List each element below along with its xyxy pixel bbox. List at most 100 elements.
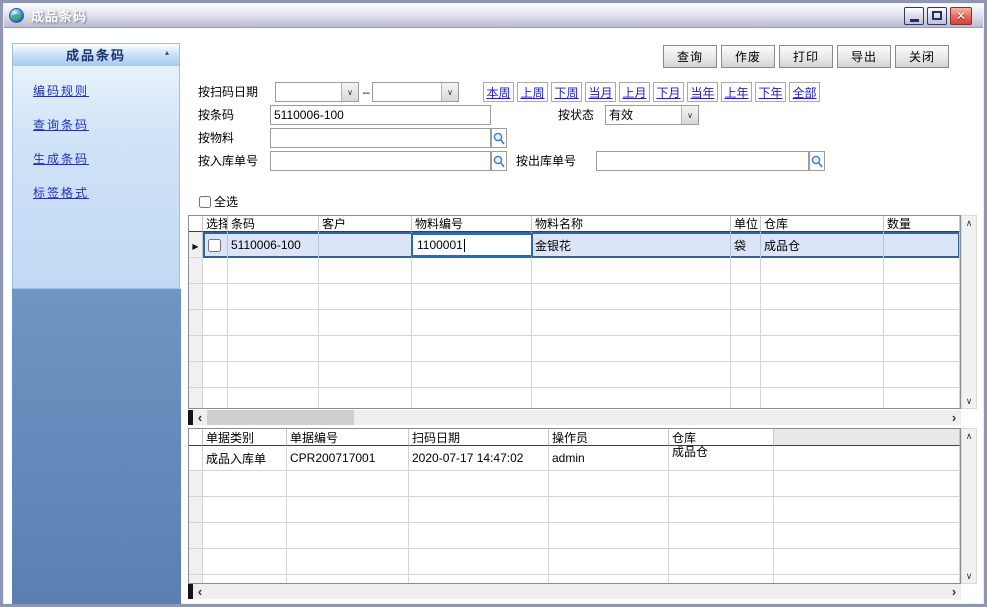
cell-customer	[319, 232, 412, 258]
cell-quantity	[884, 232, 960, 258]
minimize-button[interactable]	[904, 7, 924, 25]
sidebar: 成品条码 编码规则 查询条码 生成条码 标签格式	[12, 43, 180, 289]
window-controls	[904, 7, 978, 25]
empty-row	[189, 284, 960, 310]
barcode-filter-input[interactable]	[270, 105, 491, 125]
material-filter-input[interactable]	[270, 128, 491, 148]
sidebar-item-query-barcode[interactable]: 查询条码	[33, 116, 179, 133]
cell-warehouse: 成品仓	[761, 232, 884, 258]
quick-link-this-month[interactable]: 当月	[585, 82, 616, 102]
inbound-search-button[interactable]	[491, 151, 507, 171]
column-header-doc-no[interactable]: 单据编号	[287, 429, 409, 446]
sidebar-header-label: 成品条码	[66, 45, 126, 64]
chevron-left-icon[interactable]	[193, 411, 207, 425]
document-grid-vscrollbar[interactable]	[961, 428, 977, 584]
document-grid-header: 单据类别 单据编号 扫码日期 操作员 仓库	[189, 429, 960, 446]
chevron-down-icon[interactable]	[962, 394, 976, 408]
barcode-grid-header: 选择 条码 客户 物料编号 物料名称 单位 仓库 数量	[189, 216, 960, 232]
material-search-button[interactable]	[491, 128, 507, 148]
empty-row	[189, 575, 960, 584]
barcode-grid-hscrollbar[interactable]	[188, 410, 961, 425]
quick-link-this-year[interactable]: 当年	[687, 82, 718, 102]
chevron-left-icon[interactable]	[193, 585, 207, 599]
select-all-checkbox[interactable]	[199, 196, 211, 208]
column-header-barcode[interactable]: 条码	[228, 216, 319, 232]
maximize-button[interactable]	[927, 7, 947, 25]
column-header-scan-date[interactable]: 扫码日期	[409, 429, 549, 446]
chevron-down-icon[interactable]	[441, 83, 458, 101]
column-header-operator[interactable]: 操作员	[549, 429, 669, 446]
empty-row	[189, 336, 960, 362]
table-row[interactable]: 成品入库单 CPR200717001 2020-07-17 14:47:02 a…	[189, 446, 960, 471]
column-header-select[interactable]: 选择	[203, 216, 228, 232]
quick-link-last-week[interactable]: 上周	[517, 82, 548, 102]
column-header-quantity[interactable]: 数量	[884, 216, 960, 232]
material-filter-label: 按物料	[198, 128, 234, 148]
column-header-customer[interactable]: 客户	[319, 216, 412, 232]
chevron-up-icon[interactable]	[962, 429, 976, 443]
query-button[interactable]: 查询	[663, 45, 717, 68]
outbound-doc-input[interactable]	[596, 151, 809, 171]
print-button[interactable]: 打印	[779, 45, 833, 68]
scrollbar-thumb[interactable]	[207, 410, 354, 425]
status-combo[interactable]: 有效	[605, 105, 699, 125]
text-cursor	[464, 239, 465, 252]
column-header-material-no[interactable]: 物料编号	[412, 216, 532, 232]
close-button[interactable]: 关闭	[895, 45, 949, 68]
cell-scan-date: 2020-07-17 14:47:02	[409, 446, 549, 471]
column-header-material-name[interactable]: 物料名称	[532, 216, 731, 232]
date-quick-links: 本周 上周 下周 当月 上月 下月 当年 上年 下年 全部	[483, 82, 820, 102]
empty-row	[189, 258, 960, 284]
sidebar-header[interactable]: 成品条码	[13, 44, 179, 66]
date-from-combo[interactable]	[275, 82, 359, 102]
void-button[interactable]: 作废	[721, 45, 775, 68]
chevron-down-icon[interactable]	[681, 106, 698, 124]
sidebar-item-coding-rules[interactable]: 编码规则	[33, 82, 179, 99]
minimize-icon	[910, 19, 919, 22]
date-to-value	[373, 83, 441, 101]
quick-link-this-week[interactable]: 本周	[483, 82, 514, 102]
barcode-grid-vscrollbar[interactable]	[961, 215, 977, 409]
sidebar-item-label-format[interactable]: 标签格式	[33, 184, 179, 201]
inbound-doc-input[interactable]	[270, 151, 491, 171]
magnifier-icon	[811, 155, 823, 168]
export-button[interactable]: 导出	[837, 45, 891, 68]
empty-row	[189, 523, 960, 549]
date-to-combo[interactable]	[372, 82, 459, 102]
column-header-warehouse[interactable]: 仓库	[761, 216, 884, 232]
quick-link-next-week[interactable]: 下周	[551, 82, 582, 102]
outbound-doc-label: 按出库单号	[516, 151, 576, 171]
chevron-down-icon[interactable]	[341, 83, 358, 101]
material-no-edit-value: 1100001	[417, 238, 463, 252]
column-header-unit[interactable]: 单位	[731, 216, 761, 232]
column-header-warehouse[interactable]: 仓库	[669, 429, 774, 446]
collapse-arrow-icon[interactable]	[165, 48, 171, 57]
row-checkbox[interactable]	[208, 239, 221, 252]
outbound-search-button[interactable]	[809, 151, 825, 171]
document-grid-hscrollbar[interactable]	[188, 584, 961, 599]
chevron-up-icon[interactable]	[962, 216, 976, 230]
quick-link-last-year[interactable]: 上年	[721, 82, 752, 102]
quick-link-next-month[interactable]: 下月	[653, 82, 684, 102]
sidebar-item-generate-barcode[interactable]: 生成条码	[33, 150, 179, 167]
toolbar: 查询 作废 打印 导出 关闭	[663, 45, 949, 68]
table-row-selected[interactable]: 5110006-100 1100001 金银花 袋 成品仓	[189, 232, 960, 258]
close-window-button[interactable]	[950, 7, 972, 25]
quick-link-all[interactable]: 全部	[789, 82, 820, 102]
quick-link-next-year[interactable]: 下年	[755, 82, 786, 102]
material-no-edit-input[interactable]: 1100001	[411, 233, 533, 257]
date-from-value	[276, 83, 341, 101]
right-triangle-icon	[192, 238, 198, 252]
cell-barcode: 5110006-100	[228, 232, 319, 258]
app-window: 成品条码 成品条码 编码规则 查询条码 生成条码 标签格式 查询 作废 打印 导…	[0, 0, 987, 607]
inbound-doc-label: 按入库单号	[198, 151, 258, 171]
chevron-right-icon[interactable]	[947, 411, 961, 425]
row-header-corner	[189, 216, 203, 232]
empty-row	[189, 471, 960, 497]
chevron-right-icon[interactable]	[947, 585, 961, 599]
column-header-doc-type[interactable]: 单据类别	[203, 429, 287, 446]
quick-link-last-month[interactable]: 上月	[619, 82, 650, 102]
chevron-down-icon[interactable]	[962, 569, 976, 583]
sidebar-filler-panel	[12, 289, 181, 604]
empty-row	[189, 362, 960, 388]
